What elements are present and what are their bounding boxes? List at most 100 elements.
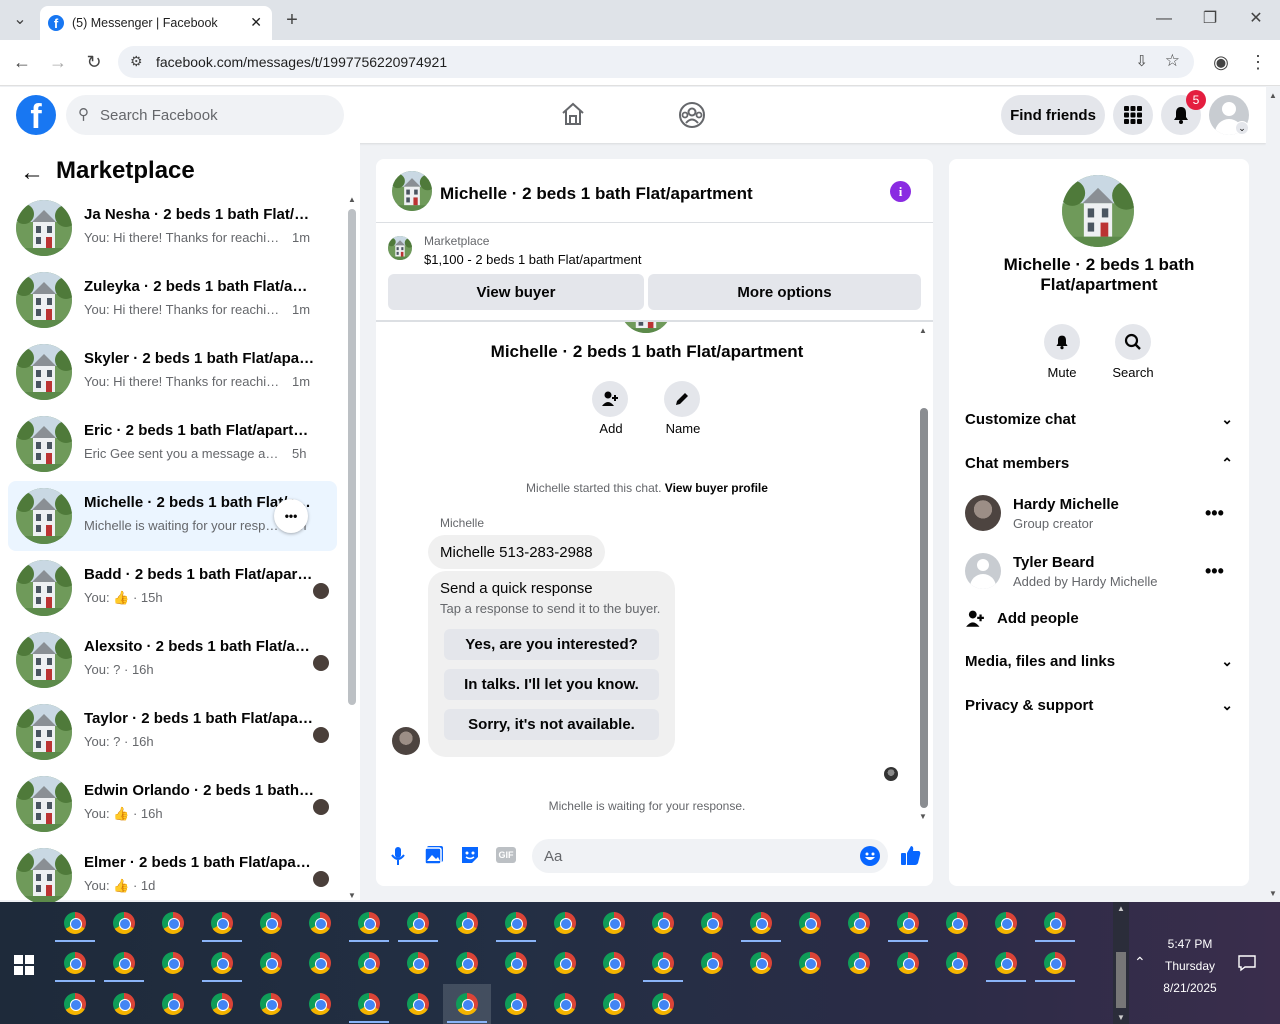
browser-tab[interactable]: f (5) Messenger | Facebook ✕ [40, 6, 272, 40]
chrome-taskbar-icon[interactable] [652, 912, 674, 934]
member-avatar[interactable] [965, 495, 1001, 531]
sticker-icon[interactable] [460, 845, 480, 865]
notification-center-icon[interactable] [1238, 954, 1256, 972]
view-buyer-button[interactable]: View buyer [388, 274, 644, 310]
chrome-taskbar-icon[interactable] [505, 912, 527, 934]
chrome-taskbar-icon[interactable] [799, 952, 821, 974]
tab-list-chevron-icon[interactable]: ⌄ [10, 10, 30, 30]
address-bar[interactable]: ⚙ facebook.com/messages/t/19977562209749… [118, 46, 1194, 78]
chrome-taskbar-icon[interactable] [64, 993, 86, 1015]
quick-response-option[interactable]: Yes, are you interested? [444, 629, 659, 660]
chrome-taskbar-icon[interactable] [554, 952, 576, 974]
listing-title[interactable]: $1,100 - 2 beds 1 bath Flat/apartment [424, 252, 642, 267]
chrome-taskbar-icon[interactable] [1044, 912, 1066, 934]
mute-bell-icon[interactable] [1044, 324, 1080, 360]
chrome-taskbar-icon[interactable] [946, 952, 968, 974]
message-bubble[interactable]: Michelle 513-283-2988 [428, 535, 605, 569]
chrome-taskbar-icon[interactable] [162, 912, 184, 934]
chat-avatar[interactable] [392, 171, 432, 211]
chrome-taskbar-icon[interactable] [848, 912, 870, 934]
chrome-taskbar-icon[interactable] [260, 952, 282, 974]
member-options-icon[interactable]: ••• [1205, 503, 1224, 524]
like-thumbs-up-icon[interactable] [900, 844, 922, 866]
chat-members-row[interactable]: Chat members ⌃ [965, 455, 1233, 472]
chrome-taskbar-icon[interactable] [1044, 952, 1066, 974]
more-options-button[interactable]: More options [648, 274, 921, 310]
browser-menu-icon[interactable]: ⋮ [1248, 52, 1268, 72]
chrome-taskbar-icon[interactable] [260, 912, 282, 934]
bookmark-star-icon[interactable]: ☆ [1165, 51, 1180, 71]
chrome-taskbar-icon[interactable] [652, 952, 674, 974]
find-friends-button[interactable]: Find friends [1001, 95, 1105, 135]
minimize-icon[interactable]: — [1154, 9, 1174, 29]
page-scrollbar[interactable]: ▲ ▼ [1266, 87, 1280, 900]
list-scrollbar[interactable]: ▲ ▼ [347, 195, 357, 900]
chrome-taskbar-icon[interactable] [505, 952, 527, 974]
chrome-taskbar-icon[interactable] [701, 912, 723, 934]
chrome-taskbar-icon[interactable] [505, 993, 527, 1015]
chrome-taskbar-icon[interactable] [456, 952, 478, 974]
groups-icon[interactable] [678, 101, 706, 129]
conversation-item[interactable]: Badd · 2 beds 1 bath Flat/apartment You: … [8, 553, 337, 623]
conversation-item[interactable]: Elmer · 2 beds 1 bath Flat/apartment You:… [8, 841, 337, 911]
facebook-logo-icon[interactable]: f [16, 95, 56, 135]
chrome-taskbar-icon[interactable] [64, 912, 86, 934]
search-in-chat-icon[interactable] [1115, 324, 1151, 360]
back-arrow-icon[interactable]: ← [20, 159, 44, 187]
chrome-taskbar-icon[interactable] [162, 952, 184, 974]
chrome-taskbar-icon[interactable] [897, 952, 919, 974]
member-options-icon[interactable]: ••• [1205, 561, 1224, 582]
taskbar-clock[interactable]: 5:47 PM Thursday 8/21/2025 [1150, 933, 1230, 999]
chrome-taskbar-icon[interactable] [64, 952, 86, 974]
emoji-icon[interactable] [860, 846, 880, 866]
chrome-taskbar-icon[interactable] [162, 993, 184, 1015]
window-close-icon[interactable]: ✕ [1246, 9, 1266, 29]
chrome-taskbar-icon[interactable] [897, 912, 919, 934]
gif-icon[interactable]: GIF [496, 847, 516, 863]
add-people-icon[interactable] [965, 609, 985, 629]
chrome-taskbar-icon[interactable] [554, 993, 576, 1015]
member-name[interactable]: Tyler Beard [1013, 554, 1094, 571]
privacy-support-row[interactable]: Privacy & support ⌄ [965, 697, 1233, 714]
home-icon[interactable] [560, 101, 586, 127]
profile-icon[interactable]: ◉ [1211, 52, 1231, 72]
conversation-item[interactable]: Taylor · 2 beds 1 bath Flat/apartment You… [8, 697, 337, 767]
view-buyer-profile-link[interactable]: View buyer profile [665, 481, 768, 495]
chrome-taskbar-icon[interactable] [995, 912, 1017, 934]
conversation-item[interactable]: Zuleyka · 2 beds 1 bath Flat/apartment Yo… [8, 265, 337, 335]
chrome-taskbar-icon[interactable] [211, 993, 233, 1015]
conversation-more-options-icon[interactable]: ••• [274, 499, 308, 533]
new-tab-icon[interactable]: + [282, 10, 302, 30]
message-input[interactable]: Aa [532, 839, 888, 873]
conversation-item[interactable]: Edwin Orlando · 2 beds 1 bath Flat/apart… [8, 769, 337, 839]
chrome-taskbar-icon[interactable] [407, 993, 429, 1015]
chrome-taskbar-icon[interactable] [113, 952, 135, 974]
chrome-taskbar-icon[interactable] [309, 952, 331, 974]
account-chevron-icon[interactable]: ⌄ [1235, 121, 1249, 135]
chrome-taskbar-icon[interactable] [603, 993, 625, 1015]
chrome-taskbar-icon[interactable] [113, 993, 135, 1015]
chat-title[interactable]: Michelle · 2 beds 1 bath Flat/apartment [440, 184, 753, 204]
conversation-item[interactable]: Eric · 2 beds 1 bath Flat/apartment Eric … [8, 409, 337, 479]
restore-icon[interactable]: ❐ [1200, 9, 1220, 29]
chrome-taskbar-icon[interactable] [750, 952, 772, 974]
chrome-taskbar-icon[interactable] [211, 912, 233, 934]
site-info-icon[interactable]: ⚙ [130, 53, 143, 70]
info-icon[interactable]: i [890, 181, 911, 202]
conversation-item[interactable]: Michelle · 2 beds 1 bath Flat/apartmentM… [8, 481, 337, 551]
chrome-taskbar-icon[interactable] [456, 912, 478, 934]
chrome-taskbar-icon[interactable] [995, 952, 1017, 974]
chrome-taskbar-icon[interactable] [652, 993, 674, 1015]
chrome-taskbar-icon[interactable] [260, 993, 282, 1015]
chrome-taskbar-icon[interactable] [211, 952, 233, 974]
chrome-taskbar-icon[interactable] [407, 952, 429, 974]
chrome-taskbar-icon[interactable] [603, 952, 625, 974]
chrome-taskbar-icon[interactable] [358, 912, 380, 934]
chrome-taskbar-icon[interactable] [358, 952, 380, 974]
chrome-taskbar-icon[interactable] [946, 912, 968, 934]
quick-response-option[interactable]: Sorry, it's not available. [444, 709, 659, 740]
member-name[interactable]: Hardy Michelle [1013, 496, 1119, 513]
search-facebook-input[interactable]: ⚲ Search Facebook [66, 95, 344, 135]
back-icon[interactable]: ← [12, 52, 32, 72]
taskbar-scrollbar[interactable]: ▲ ▼ [1113, 902, 1129, 1024]
